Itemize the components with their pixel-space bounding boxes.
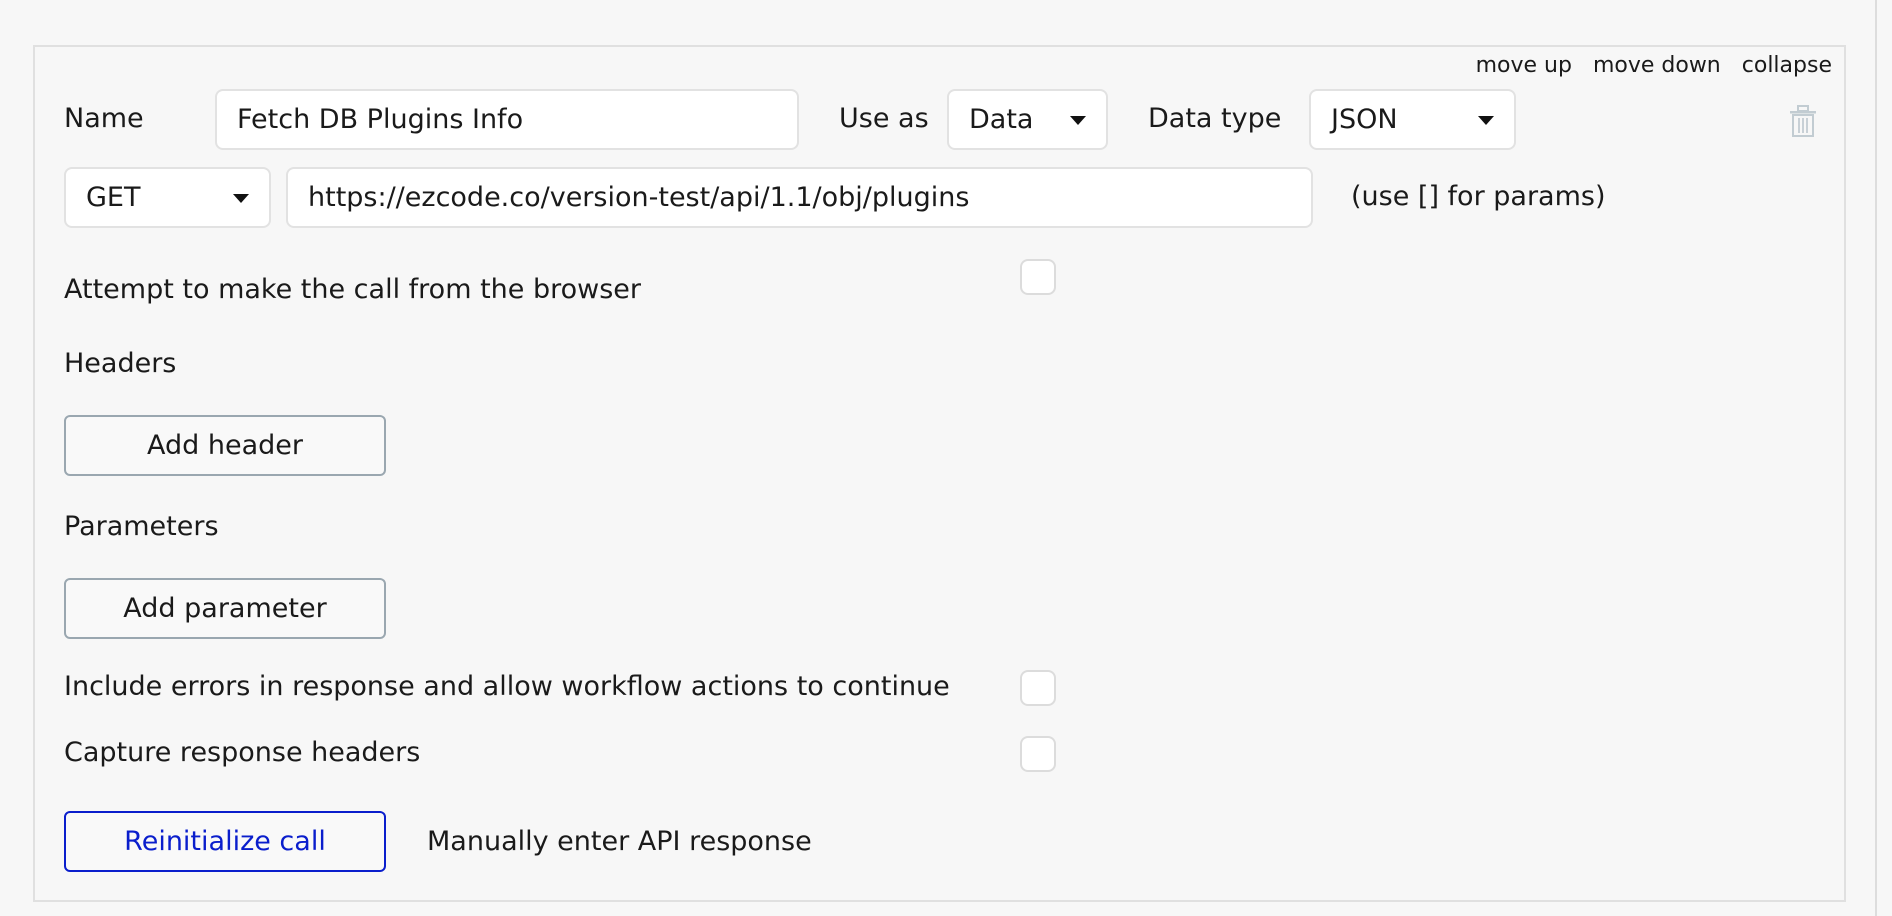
data-type-value: JSON (1331, 104, 1398, 135)
url-input[interactable]: https://ezcode.co/version-test/api/1.1/o… (286, 167, 1313, 228)
outer-container-border (1875, 0, 1877, 916)
name-input[interactable]: Fetch DB Plugins Info (215, 89, 799, 150)
use-as-label: Use as (839, 103, 929, 134)
capture-headers-checkbox[interactable] (1020, 736, 1056, 772)
add-parameter-button[interactable]: Add parameter (64, 578, 386, 639)
reinitialize-call-label: Reinitialize call (124, 826, 326, 857)
chevron-down-icon (1478, 115, 1494, 125)
chevron-down-icon (233, 193, 249, 203)
parameters-title: Parameters (64, 511, 219, 542)
browser-call-label: Attempt to make the call from the browse… (64, 274, 641, 305)
use-as-select[interactable]: Data (947, 89, 1108, 150)
add-parameter-label: Add parameter (123, 593, 327, 624)
move-down-link[interactable]: move down (1593, 53, 1721, 78)
browser-call-checkbox[interactable] (1020, 259, 1056, 295)
url-params-hint: (use [] for params) (1351, 181, 1606, 212)
include-errors-checkbox[interactable] (1020, 670, 1056, 706)
reinitialize-call-button[interactable]: Reinitialize call (64, 811, 386, 872)
chevron-down-icon (1070, 115, 1086, 125)
trash-icon[interactable] (1789, 105, 1817, 137)
include-errors-label: Include errors in response and allow wor… (64, 671, 950, 702)
name-input-value: Fetch DB Plugins Info (237, 104, 524, 135)
use-as-value: Data (969, 104, 1034, 135)
name-label: Name (64, 103, 144, 134)
move-up-link[interactable]: move up (1476, 53, 1572, 78)
data-type-select[interactable]: JSON (1309, 89, 1516, 150)
headers-title: Headers (64, 348, 177, 379)
collapse-link[interactable]: collapse (1742, 53, 1832, 78)
manual-entry-link[interactable]: Manually enter API response (427, 826, 812, 857)
method-select[interactable]: GET (64, 167, 271, 228)
add-header-button[interactable]: Add header (64, 415, 386, 476)
api-call-panel: move up move down collapse Name Fetch DB… (33, 45, 1846, 902)
panel-controls: move up move down collapse (1476, 53, 1832, 78)
method-value: GET (86, 182, 141, 213)
add-header-label: Add header (147, 430, 303, 461)
url-input-value: https://ezcode.co/version-test/api/1.1/o… (308, 182, 970, 213)
capture-headers-label: Capture response headers (64, 737, 421, 768)
data-type-label: Data type (1148, 103, 1282, 134)
